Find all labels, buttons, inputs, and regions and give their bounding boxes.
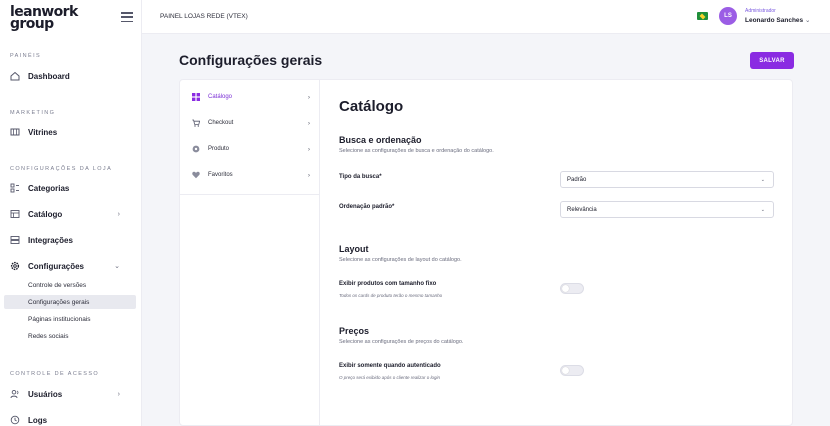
tipo-busca-label: Tipo da busca* xyxy=(339,174,382,180)
avatar[interactable]: LS xyxy=(719,7,737,25)
autenticado-toggle[interactable] xyxy=(560,365,584,376)
ordenacao-select[interactable]: Relevância ⌄ xyxy=(560,201,774,218)
chevron-right-icon: › xyxy=(307,93,310,101)
sidebar-subitem-controle-versoes[interactable]: Controle de versões xyxy=(4,278,136,292)
sidebar-item-integracoes[interactable]: Integrações xyxy=(10,232,134,248)
menu-divider xyxy=(180,194,319,195)
busca-description: Selecione as configurações de busca e or… xyxy=(339,148,494,154)
menu-toggle-icon[interactable] xyxy=(121,12,133,23)
save-button[interactable]: SALVAR xyxy=(750,52,794,69)
settings-menu: Catálogo › Checkout › Produto › Favorito… xyxy=(180,80,320,426)
sidebar-item-configuracoes[interactable]: Configurações ⌄ xyxy=(10,258,134,274)
chevron-right-icon: › xyxy=(307,119,310,127)
sidebar-item-label: Configurações xyxy=(28,261,85,271)
sidebar-subitem-config-gerais[interactable]: Configurações gerais xyxy=(4,295,136,309)
section-title-marketing: MARKETING xyxy=(10,110,56,116)
settings-menu-label: Checkout xyxy=(208,120,234,126)
sidebar-item-label: Logs xyxy=(28,415,48,425)
autenticado-label: Exibir somente quando autenticado xyxy=(339,363,441,369)
topbar: PAINEL LOJAS REDE (VTEX) LS Administrado… xyxy=(142,0,830,34)
section-title-paineis: PAINÉIS xyxy=(10,53,42,59)
sidebar-item-logs[interactable]: Logs xyxy=(10,412,134,426)
cart-icon xyxy=(192,119,200,127)
sidebar: leanwork group PAINÉIS Dashboard MARKETI… xyxy=(0,0,142,426)
integration-icon xyxy=(10,235,20,245)
tipo-busca-select[interactable]: Padrão ⌄ xyxy=(560,171,774,188)
sidebar-item-label: Categorias xyxy=(28,183,70,193)
sidebar-subitem-redes[interactable]: Redes sociais xyxy=(4,329,136,343)
ordenacao-value: Relevância xyxy=(567,206,597,213)
busca-heading: Busca e ordenação xyxy=(339,135,422,145)
heart-icon xyxy=(192,171,200,179)
precos-description: Selecione as configurações de preços do … xyxy=(339,339,464,345)
chevron-right-icon: › xyxy=(307,171,310,179)
sidebar-item-label: Dashboard xyxy=(28,71,70,81)
sidebar-item-catalogo[interactable]: Catálogo › xyxy=(10,206,134,222)
sidebar-item-label: Integrações xyxy=(28,235,73,245)
catalog-title: Catálogo xyxy=(339,98,404,115)
tamanho-fixo-toggle[interactable] xyxy=(560,283,584,294)
settings-menu-produto[interactable]: Produto › xyxy=(192,143,310,155)
gear-icon xyxy=(10,261,20,271)
chevron-down-icon: ⌄ xyxy=(760,206,765,213)
settings-menu-checkout[interactable]: Checkout › xyxy=(192,117,310,129)
home-icon xyxy=(10,71,20,81)
sidebar-item-categorias[interactable]: Categorias xyxy=(10,180,134,196)
settings-menu-favoritos[interactable]: Favoritos › xyxy=(192,169,310,181)
logo[interactable]: leanwork group xyxy=(10,5,78,31)
user-role: Administrador xyxy=(745,8,776,14)
sidebar-item-dashboard[interactable]: Dashboard xyxy=(10,68,134,84)
precos-heading: Preços xyxy=(339,326,370,336)
layout-description: Selecione as configurações de layout do … xyxy=(339,257,462,263)
sidebar-item-label: Usuários xyxy=(28,389,63,399)
sidebar-item-label: Catálogo xyxy=(28,209,63,219)
layout-heading: Layout xyxy=(339,244,369,254)
chevron-down-icon: ⌄ xyxy=(804,17,811,24)
settings-card: Catálogo › Checkout › Produto › Favorito… xyxy=(179,79,793,426)
brazil-flag-icon[interactable] xyxy=(697,12,708,20)
chevron-down-icon: ⌄ xyxy=(760,176,765,183)
product-tag-icon xyxy=(192,145,200,153)
chevron-right-icon: › xyxy=(117,210,120,218)
tipo-busca-value: Padrão xyxy=(567,176,587,183)
settings-menu-label: Favoritos xyxy=(208,172,233,178)
sidebar-item-label: Vitrines xyxy=(28,127,58,137)
grid-icon xyxy=(192,93,200,101)
tamanho-fixo-label: Exibir produtos com tamanho fixo xyxy=(339,281,437,287)
section-title-config-loja: CONFIGURAÇÕES DA LOJA xyxy=(10,166,113,172)
clock-icon xyxy=(10,415,20,425)
breadcrumb: PAINEL LOJAS REDE (VTEX) xyxy=(160,13,248,20)
settings-menu-label: Catálogo xyxy=(208,94,233,100)
page-title: Configurações gerais xyxy=(179,52,323,68)
sidebar-item-vitrines[interactable]: Vitrines xyxy=(10,124,134,140)
autenticado-hint: O preço será exibido após o cliente real… xyxy=(339,375,441,380)
sidebar-subitem-paginas[interactable]: Páginas institucionais xyxy=(4,312,136,326)
category-icon xyxy=(10,183,20,193)
ordenacao-label: Ordenação padrão* xyxy=(339,204,395,210)
showcase-icon xyxy=(10,127,20,137)
catalog-icon xyxy=(10,209,20,219)
users-icon xyxy=(10,389,20,399)
chevron-down-icon: ⌄ xyxy=(114,263,120,270)
section-title-controle: CONTROLE DE ACESSO xyxy=(10,371,100,377)
sidebar-item-usuarios[interactable]: Usuários › xyxy=(10,386,134,402)
user-name: Leonardo Sanches xyxy=(745,17,804,24)
settings-menu-catalogo[interactable]: Catálogo › xyxy=(192,91,310,103)
chevron-right-icon: › xyxy=(307,145,310,153)
tamanho-fixo-hint: Todos os cards de produto terão o mesmo … xyxy=(339,293,443,298)
user-menu[interactable]: Leonardo Sanches ⌄ xyxy=(745,16,810,24)
settings-menu-label: Produto xyxy=(208,146,230,152)
chevron-right-icon: › xyxy=(117,390,120,398)
